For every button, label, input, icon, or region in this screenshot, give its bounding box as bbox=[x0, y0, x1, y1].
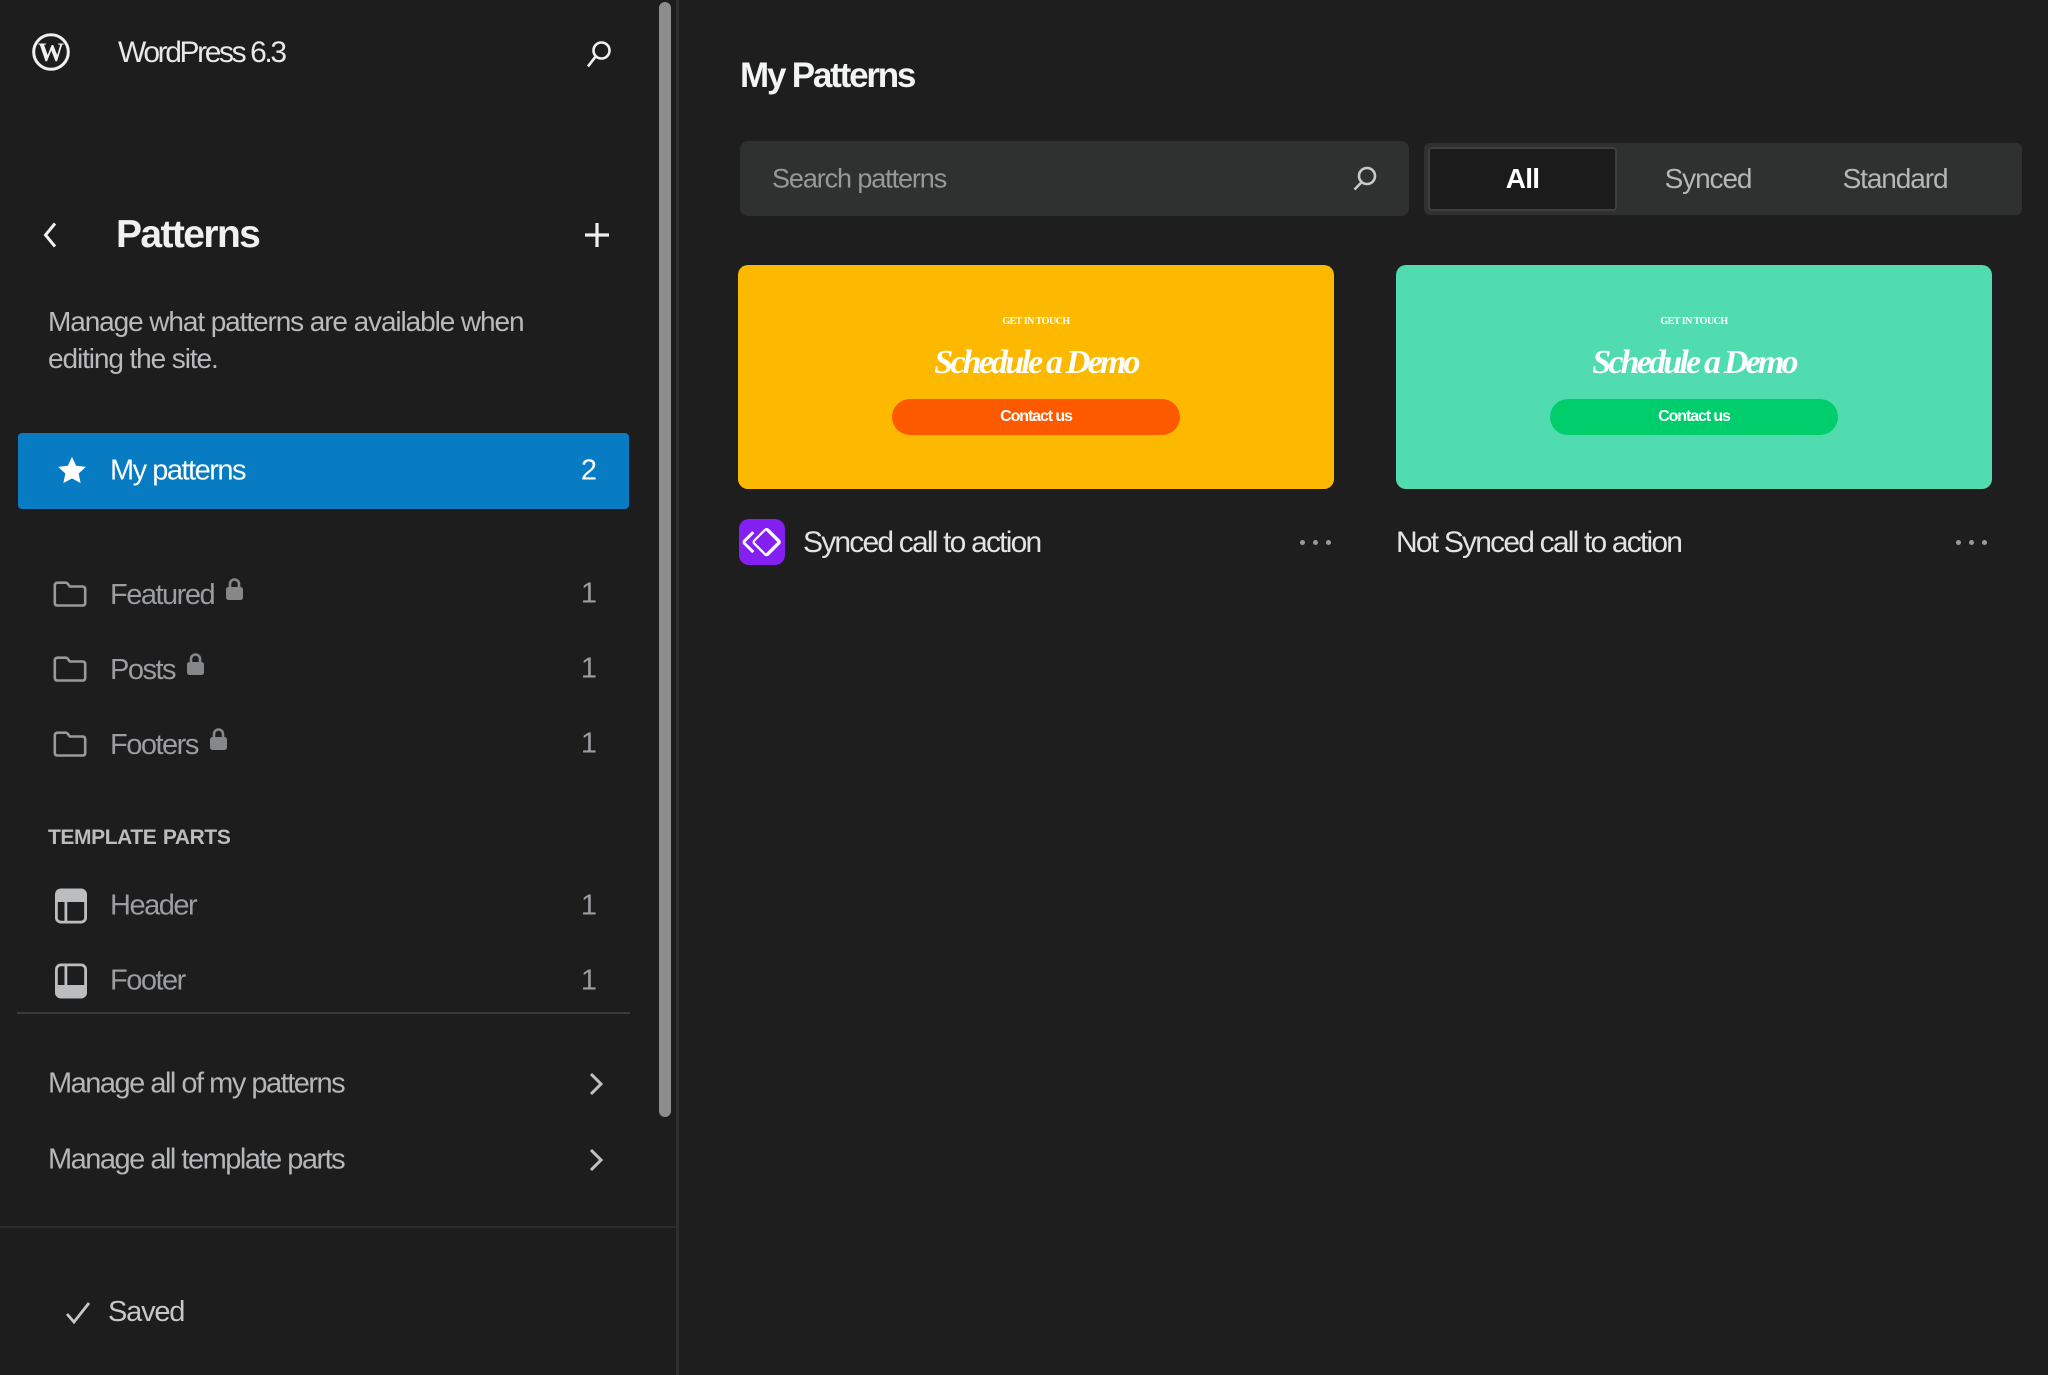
svg-text:W: W bbox=[38, 38, 64, 67]
